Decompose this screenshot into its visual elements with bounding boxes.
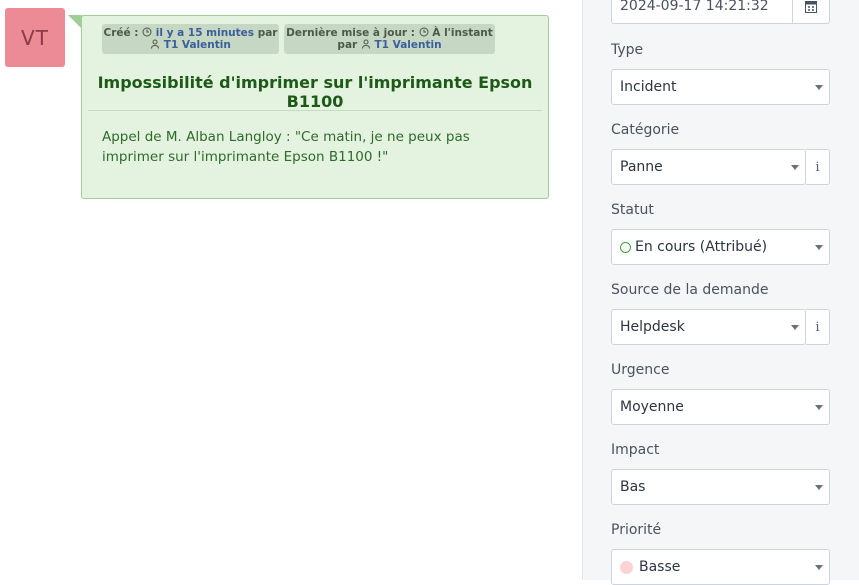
clock-icon	[419, 27, 429, 37]
source-value: Helpdesk	[620, 319, 685, 335]
calendar-button[interactable]	[792, 0, 829, 23]
status-value: En cours (Attribué)	[635, 239, 768, 255]
updated-badge: Dernière mise à jour : À l'instant par T…	[284, 24, 495, 54]
chevron-down-icon	[815, 245, 823, 250]
updated-time: À l'instant	[432, 27, 493, 39]
type-label: Type	[611, 42, 644, 58]
followup-bubble: Créé : il y a 15 minutes par T1 Valentin…	[81, 15, 549, 199]
category-value: Panne	[620, 159, 663, 175]
priority-dot-icon	[620, 560, 633, 574]
priority-value: Basse	[639, 559, 681, 575]
impact-label: Impact	[611, 442, 660, 458]
divider	[88, 110, 542, 111]
info-icon: i	[815, 319, 820, 335]
chevron-down-icon	[815, 405, 823, 410]
impact-value: Bas	[620, 479, 646, 495]
followup-content: Appel de M. Alban Langloy : "Ce matin, j…	[102, 129, 470, 165]
status-select[interactable]: En cours (Attribué)	[611, 229, 830, 265]
chevron-down-icon	[791, 325, 799, 330]
type-select[interactable]: Incident	[611, 69, 830, 105]
created-badge: Créé : il y a 15 minutes par T1 Valentin	[102, 24, 279, 54]
clock-icon	[142, 27, 152, 37]
created-author-link[interactable]: T1 Valentin	[164, 39, 231, 51]
info-icon: i	[815, 159, 820, 175]
category-label: Catégorie	[611, 122, 680, 138]
created-by-word: par	[257, 27, 278, 39]
updated-author-link[interactable]: T1 Valentin	[375, 39, 442, 51]
updated-prefix: Dernière mise à jour :	[286, 27, 415, 39]
source-label: Source de la demande	[611, 282, 769, 298]
source-select[interactable]: Helpdesk	[611, 309, 806, 345]
timeline: VT Créé : il y a 15 minutes par T1 Valen…	[0, 0, 583, 580]
urgency-select[interactable]: Moyenne	[611, 389, 830, 425]
urgency-label: Urgence	[611, 362, 670, 378]
avatar-initials: VT	[21, 25, 49, 50]
followup-title: Impossibilité d'imprimer sur l'imprimant…	[97, 73, 533, 111]
status-label: Statut	[611, 202, 654, 218]
calendar-icon	[805, 0, 817, 13]
type-value: Incident	[620, 79, 677, 95]
ticket-fields-panel: 2024-09-17 14:21:32 Type Incident Catégo…	[582, 0, 859, 585]
user-icon	[151, 39, 160, 49]
chevron-down-icon	[815, 485, 823, 490]
chevron-down-icon	[791, 165, 799, 170]
priority-label: Priorité	[611, 522, 662, 538]
date-value: 2024-09-17 14:21:32	[620, 0, 769, 14]
urgency-value: Moyenne	[620, 399, 684, 415]
created-prefix: Créé :	[103, 27, 139, 39]
updated-by-word: par	[337, 39, 358, 51]
avatar: VT	[5, 8, 65, 67]
created-time-link[interactable]: il y a 15 minutes	[156, 27, 254, 39]
date-field[interactable]: 2024-09-17 14:21:32	[611, 0, 830, 24]
category-info-button[interactable]: i	[806, 149, 830, 185]
source-info-button[interactable]: i	[806, 309, 830, 345]
category-select[interactable]: Panne	[611, 149, 806, 185]
chevron-down-icon	[815, 85, 823, 90]
chevron-down-icon	[815, 565, 823, 570]
impact-select[interactable]: Bas	[611, 469, 830, 505]
status-circle-icon	[620, 241, 631, 253]
user-icon	[361, 39, 370, 49]
